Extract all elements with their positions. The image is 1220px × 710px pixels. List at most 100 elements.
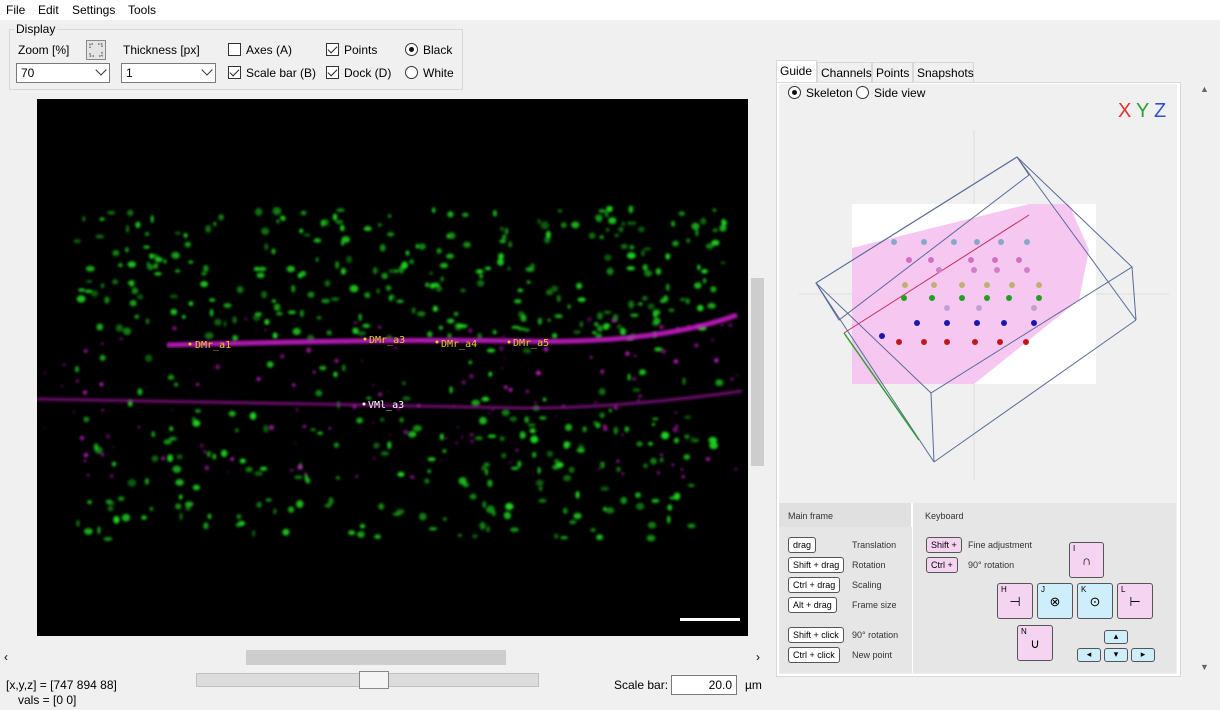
skeleton-label: Skeleton xyxy=(806,86,853,100)
help-key: Ctrl + xyxy=(926,557,958,573)
scroll-right-icon[interactable]: › xyxy=(756,650,760,664)
scalebar-input-label: Scale bar: xyxy=(614,678,669,692)
zoom-value: 70 xyxy=(21,66,35,80)
menu-settings[interactable]: Settings xyxy=(72,3,115,17)
dock-checkbox[interactable] xyxy=(326,66,339,79)
point-label: DMr_a1 xyxy=(195,340,231,351)
menu-edit[interactable]: Edit xyxy=(38,3,59,17)
tab-points[interactable]: Points xyxy=(872,62,913,83)
guide-point xyxy=(931,282,937,288)
guide-point xyxy=(906,257,912,263)
guide-point xyxy=(901,295,907,301)
guide-point xyxy=(1009,282,1015,288)
guide-point xyxy=(984,295,990,301)
scalebar-input[interactable]: 20.0 xyxy=(671,675,737,695)
menu-bar: File Edit Settings Tools xyxy=(0,0,1220,20)
menu-file[interactable]: File xyxy=(6,3,25,17)
help-desc: 90° rotation xyxy=(852,630,899,640)
vertical-scroll-thumb[interactable] xyxy=(751,278,764,466)
points-label: Points xyxy=(344,43,378,57)
key-n: N ∪ xyxy=(1017,625,1053,661)
guide-point xyxy=(974,239,980,245)
black-label: Black xyxy=(423,43,453,57)
thickness-label: Thickness [px] xyxy=(123,43,200,57)
guide-point xyxy=(951,239,957,245)
guide-point xyxy=(972,339,978,345)
help-desc: Fine adjustment xyxy=(968,540,1033,550)
guide-point xyxy=(992,257,998,263)
vals-readout: vals = [0 0] xyxy=(18,693,77,707)
guide-point xyxy=(976,305,982,311)
key-l: L ⊢ xyxy=(1117,583,1153,619)
microscopy-image: DMr_a1 DMr_a3 DMr_a4 DMr_a5 VMl_a3 xyxy=(37,205,743,621)
panel-scroll-up-icon[interactable]: ▲ xyxy=(1200,84,1209,94)
keyboard-title: Keyboard xyxy=(925,511,964,521)
guide-point xyxy=(971,267,977,273)
tab-channels[interactable]: Channels xyxy=(817,62,872,83)
display-group-title: Display xyxy=(14,22,58,36)
guide-point xyxy=(998,239,1004,245)
main-frame-title: Main frame xyxy=(788,511,834,521)
axes-checkbox[interactable] xyxy=(228,43,241,56)
tab-snapshots[interactable]: Snapshots xyxy=(913,62,974,83)
skeleton-radio[interactable] xyxy=(788,86,801,99)
point-label: DMr_a4 xyxy=(441,339,477,350)
z-slider-thumb[interactable] xyxy=(359,671,389,689)
zoom-select[interactable]: 70 xyxy=(16,63,110,83)
horizontal-scroll-thumb[interactable] xyxy=(246,650,506,665)
help-desc: 90° rotation xyxy=(968,560,1015,570)
fit-icon xyxy=(89,43,103,57)
points-checkbox[interactable] xyxy=(326,43,339,56)
thickness-select[interactable]: 1 xyxy=(121,63,216,83)
guide-point xyxy=(944,305,950,311)
help-desc: Scaling xyxy=(852,580,882,590)
white-radio[interactable] xyxy=(405,66,418,79)
scale-bar xyxy=(680,618,740,621)
guide-point xyxy=(959,282,965,288)
black-radio[interactable] xyxy=(405,43,418,56)
arrow-right-key: ▸ xyxy=(1131,648,1155,662)
sideview-radio[interactable] xyxy=(856,86,869,99)
chevron-down-icon xyxy=(201,64,213,76)
key-i: I ∩ xyxy=(1069,542,1104,578)
guide-point xyxy=(914,320,920,326)
guide-point xyxy=(1006,295,1012,301)
help-desc: New point xyxy=(852,650,893,660)
key-k: K ⊙ xyxy=(1077,583,1113,619)
skeleton-3d-view[interactable] xyxy=(779,120,1177,500)
guide-point xyxy=(936,267,942,273)
dock-label: Dock (D) xyxy=(344,66,392,80)
guide-point xyxy=(994,267,1000,273)
image-viewer[interactable]: DMr_a1 DMr_a3 DMr_a4 DMr_a5 VMl_a3 xyxy=(37,99,748,636)
guide-point xyxy=(944,339,950,345)
guide-point xyxy=(921,239,927,245)
axes-label: Axes (A) xyxy=(246,43,293,57)
guide-point xyxy=(929,295,935,301)
scalebar-unit: µm xyxy=(745,678,762,692)
zoom-label: Zoom [%] xyxy=(18,43,70,57)
guide-point xyxy=(896,339,902,345)
arrow-left-key: ◂ xyxy=(1077,648,1101,662)
guide-point xyxy=(891,239,897,245)
panel-scroll-down-icon[interactable]: ▼ xyxy=(1200,662,1209,672)
scroll-left-icon[interactable]: ‹ xyxy=(4,650,8,664)
guide-point xyxy=(984,282,990,288)
guide-point xyxy=(1036,282,1042,288)
white-label: White xyxy=(423,66,454,80)
guide-point xyxy=(1031,305,1037,311)
guide-point xyxy=(944,320,950,326)
zoom-fit-button[interactable] xyxy=(86,40,106,60)
guide-point xyxy=(1023,339,1029,345)
menu-tools[interactable]: Tools xyxy=(128,3,156,17)
help-key: Shift + drag xyxy=(788,557,845,573)
key-h: H ⊣ xyxy=(997,583,1033,619)
scalebar-checkbox[interactable] xyxy=(228,66,241,79)
guide-point xyxy=(1031,320,1037,326)
help-key: Ctrl + drag xyxy=(788,577,841,593)
tab-guide[interactable]: Guide xyxy=(776,60,817,83)
guide-point xyxy=(1016,257,1022,263)
help-key: Shift + click xyxy=(788,627,844,643)
guide-point xyxy=(968,257,974,263)
guide-point xyxy=(974,320,980,326)
help-desc: Frame size xyxy=(852,600,897,610)
